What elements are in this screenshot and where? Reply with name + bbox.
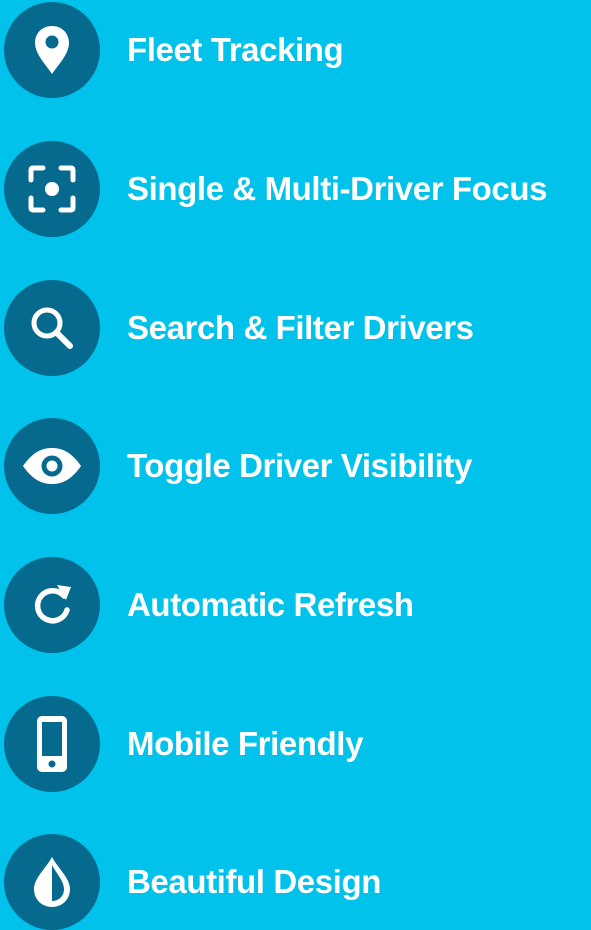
feature-item-fleet-tracking: Fleet Tracking — [4, 2, 591, 98]
feature-label-driver-visibility: Toggle Driver Visibility — [127, 447, 472, 484]
feature-label-mobile-friendly: Mobile Friendly — [127, 725, 364, 762]
feature-item-automatic-refresh: Automatic Refresh — [4, 557, 591, 653]
feature-item-beautiful-design: Beautiful Design — [4, 834, 591, 930]
feature-label-driver-focus: Single & Multi-Driver Focus — [127, 170, 548, 207]
search-icon — [4, 280, 100, 376]
focus-target-icon — [4, 141, 100, 237]
water-drop-icon — [4, 834, 100, 930]
feature-label-automatic-refresh: Automatic Refresh — [127, 586, 414, 623]
feature-label-beautiful-design: Beautiful Design — [127, 863, 381, 900]
feature-item-search-filter: Search & Filter Drivers — [4, 280, 591, 376]
refresh-icon — [4, 557, 100, 653]
feature-list: Fleet Tracking Single & Multi-Driver Foc… — [0, 0, 591, 930]
mobile-phone-icon — [4, 696, 100, 792]
feature-item-driver-focus: Single & Multi-Driver Focus — [4, 141, 591, 237]
feature-item-driver-visibility: Toggle Driver Visibility — [4, 418, 591, 514]
feature-item-mobile-friendly: Mobile Friendly — [4, 696, 591, 792]
feature-label-fleet-tracking: Fleet Tracking — [127, 31, 344, 68]
eye-icon — [4, 418, 100, 514]
map-pin-icon — [4, 2, 100, 98]
feature-label-search-filter: Search & Filter Drivers — [127, 309, 474, 346]
